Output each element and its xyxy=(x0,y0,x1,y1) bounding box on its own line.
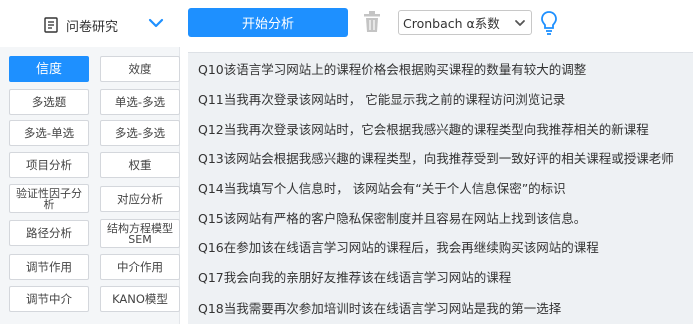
method-reliability-button[interactable]: 信度 xyxy=(9,56,89,82)
method-cfa-button[interactable]: 验证性因子分析 xyxy=(9,184,89,213)
method-mediation-button[interactable]: 中介作用 xyxy=(100,254,180,280)
method-select[interactable]: Cronbach α系数 xyxy=(398,10,532,35)
question-item[interactable]: Q10该语言学习网站上的课程价格会根据购买课程的数量有较大的调整 xyxy=(188,54,693,83)
method-multi-multi-button[interactable]: 多选-多选 xyxy=(100,120,180,146)
method-weight-button[interactable]: 权重 xyxy=(100,152,180,178)
question-item[interactable]: Q16在参加该在线语言学习网站的课程后，我会再继续购买该网站的课程 xyxy=(188,232,693,261)
survey-category-label: 问卷研究 xyxy=(66,19,119,35)
method-sem-button[interactable]: 结构方程模型SEM xyxy=(100,219,180,248)
method-kano-button[interactable]: KANO模型 xyxy=(100,286,180,312)
method-multiple-choice-button[interactable]: 多选题 xyxy=(9,89,89,115)
top-toolbar: 问卷研究 开始分析 Cronbach α系数 xyxy=(0,0,693,47)
document-icon xyxy=(44,17,58,33)
method-multi-single-button[interactable]: 多选-单选 xyxy=(9,120,89,146)
chevron-down-icon[interactable] xyxy=(148,17,164,29)
lightbulb-icon[interactable] xyxy=(540,10,558,36)
question-item[interactable]: Q18当我需要再次参加培训时该在线语言学习网站是我的第一选择 xyxy=(188,293,693,322)
method-moderation-button[interactable]: 调节作用 xyxy=(9,254,89,280)
method-path-analysis-button[interactable]: 路径分析 xyxy=(9,220,89,246)
question-item[interactable]: Q12当我再次登录该网站时，它会根据我感兴趣的课程类型向我推荐相关的新课程 xyxy=(188,114,693,143)
question-item[interactable]: Q14当我填写个人信息时， 该网站会有“关于个人信息保密”的标识 xyxy=(188,173,693,202)
question-item[interactable]: Q11当我再次登录该网站时， 它能显示我之前的课程访问浏览记录 xyxy=(188,84,693,113)
trash-icon[interactable] xyxy=(362,10,382,34)
question-item[interactable]: Q15该网站有严格的客户隐私保密制度并且容易在网站上找到该信息。 xyxy=(188,203,693,232)
start-analysis-button[interactable]: 开始分析 xyxy=(188,8,348,37)
method-single-multi-button[interactable]: 单选-多选 xyxy=(100,89,180,115)
question-list-panel: Q10该语言学习网站上的课程价格会根据购买课程的数量有较大的调整 Q11当我再次… xyxy=(188,52,693,324)
analysis-method-sidebar: 信度 效度 多选题 单选-多选 多选-单选 多选-多选 项目分析 权重 验证性因… xyxy=(0,47,180,324)
method-validity-button[interactable]: 效度 xyxy=(100,56,180,82)
question-item[interactable]: Q13该网站会根据我感兴趣的课程类型，向我推荐受到一致好评的相关课程或授课老师 xyxy=(188,143,693,172)
method-moderated-mediation-button[interactable]: 调节中介 xyxy=(9,286,89,312)
select-caret-icon xyxy=(514,17,526,29)
question-item[interactable]: Q17我会向我的亲朋好友推荐该在线语言学习网站的课程 xyxy=(188,262,693,291)
method-correspondence-button[interactable]: 对应分析 xyxy=(100,186,180,212)
method-select-value: Cronbach α系数 xyxy=(403,16,500,31)
survey-category-selector[interactable]: 问卷研究 xyxy=(44,12,118,38)
method-item-analysis-button[interactable]: 项目分析 xyxy=(9,152,89,178)
